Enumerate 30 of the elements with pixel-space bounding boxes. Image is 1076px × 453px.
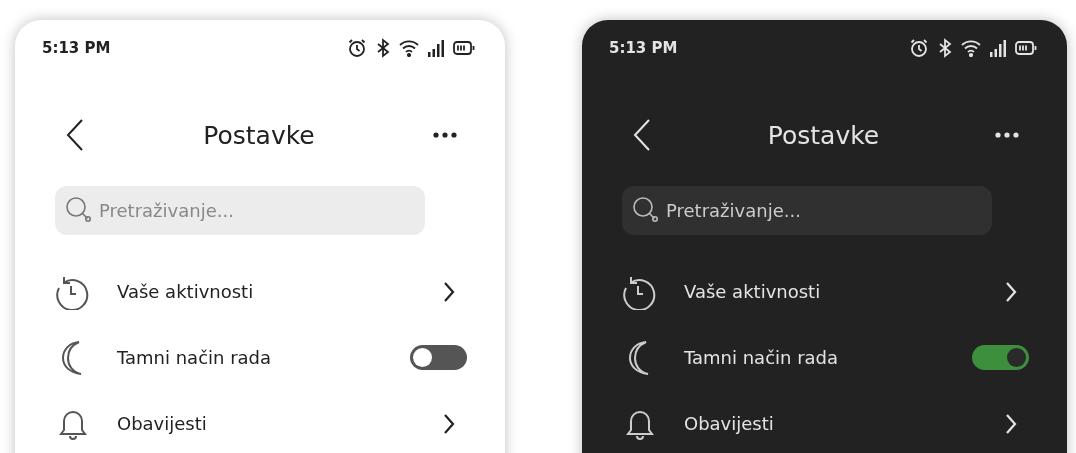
status-time: 5:13 PM <box>42 39 111 57</box>
back-button[interactable] <box>632 118 652 152</box>
alarm-clock-icon <box>909 38 929 58</box>
bluetooth-icon <box>938 38 952 58</box>
chevron-right-icon[interactable] <box>443 412 455 435</box>
page-title: Postavke <box>203 120 315 150</box>
setting-label: Obavijesti <box>684 413 775 434</box>
setting-label: Obavijesti <box>117 413 208 434</box>
status-time: 5:13 PM <box>609 39 678 57</box>
bluetooth-icon <box>376 38 390 58</box>
setting-label: Tamni način rada <box>117 347 273 368</box>
alarm-clock-icon <box>347 38 367 58</box>
chevron-right-icon[interactable] <box>443 280 455 303</box>
setting-label: Vaše aktivnosti <box>117 281 255 302</box>
signal-icon <box>990 39 1006 57</box>
back-button[interactable] <box>65 118 85 152</box>
setting-label: Vaše aktivnosti <box>684 281 822 302</box>
toggle-switch[interactable] <box>410 345 467 370</box>
battery-icon <box>1015 40 1037 56</box>
search-field[interactable]: Pretraživanje... <box>55 186 425 235</box>
signal-icon <box>428 39 444 57</box>
more-options-button[interactable] <box>995 132 1019 138</box>
wifi-icon <box>961 39 981 57</box>
search-field[interactable]: Pretraživanje... <box>622 186 992 235</box>
battery-icon <box>453 40 475 56</box>
toggle-switch[interactable] <box>972 345 1029 370</box>
more-options-button[interactable] <box>433 132 457 138</box>
setting-label: Tamni način rada <box>684 347 840 368</box>
page-title: Postavke <box>767 120 880 150</box>
wifi-icon <box>399 39 419 57</box>
